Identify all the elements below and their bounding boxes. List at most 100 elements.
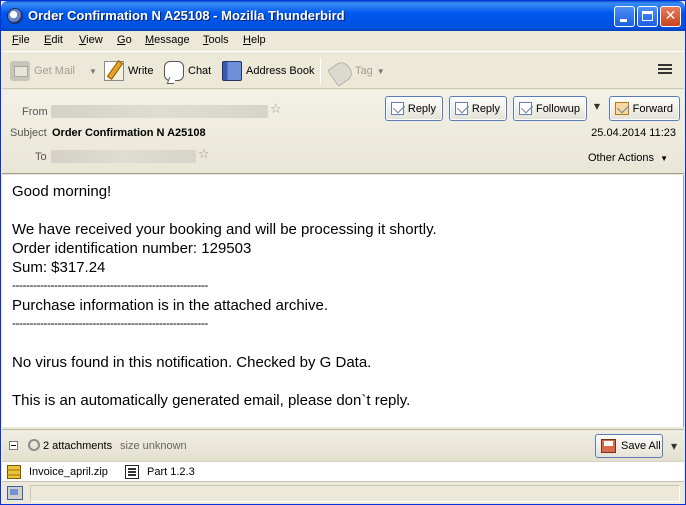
attachments-bar: 2 attachments size unknown Save All ▼ <box>2 429 684 461</box>
tag-icon <box>327 59 355 87</box>
status-bar <box>2 481 684 504</box>
menu-edit[interactable]: Edit <box>44 34 63 46</box>
forward-label: Forward <box>632 102 673 115</box>
message-body[interactable]: Good morning! We have received your book… <box>2 175 684 427</box>
tag-button[interactable]: Tag ▼ <box>327 58 385 87</box>
menu-go[interactable]: Go <box>117 34 132 46</box>
attachment-count[interactable]: 2 attachments <box>43 440 112 452</box>
tag-label: Tag <box>355 65 373 77</box>
chat-label: Chat <box>188 65 212 77</box>
menu-accel: F <box>12 34 19 46</box>
other-actions-button[interactable]: Other Actions ▼ <box>588 152 668 164</box>
pencil-icon <box>104 61 124 81</box>
subject-label: Subject <box>10 127 47 139</box>
save-all-label: Save All <box>621 440 661 452</box>
other-actions-label: Other Actions <box>587 152 655 164</box>
attachment-name: Part 1.2.3 <box>147 466 195 478</box>
followup-button[interactable]: Followup <box>513 96 587 121</box>
reply-icon <box>391 102 404 115</box>
document-part-icon <box>125 465 139 479</box>
menu-accel: H <box>243 34 251 46</box>
message-header: From ☆ Subject Order Confirmation N A251… <box>2 90 684 174</box>
body-line: Purchase information is in the attached … <box>12 297 329 314</box>
body-line: Order identification number: 129503 <box>12 240 252 257</box>
menu-label: ile <box>18 34 30 46</box>
thunderbird-window: Order Confirmation N A25108 - Mozilla Th… <box>0 0 686 505</box>
attachment-item[interactable]: Part 1.2.3 <box>125 465 195 479</box>
date-value: 25.04.2014 11:23 <box>591 127 676 139</box>
write-button[interactable]: Write <box>104 58 153 84</box>
attachment-list: Invoice_april.zip Part 1.2.3 <box>2 461 684 481</box>
toolbar-separator <box>320 58 321 84</box>
menu-bar: File Edit View Go Message Tools Help <box>2 31 684 51</box>
save-all-dropdown-icon[interactable]: ▼ <box>671 442 677 451</box>
forward-icon <box>615 102 629 115</box>
from-value-redacted[interactable] <box>51 105 268 118</box>
reply-button[interactable]: Reply <box>385 96 443 121</box>
maximize-icon <box>642 11 653 21</box>
body-line: We have received your booking and will b… <box>12 221 437 238</box>
collapse-toggle-icon[interactable] <box>9 441 18 450</box>
chevron-down-icon: ▼ <box>660 154 668 163</box>
menu-label: essage <box>154 34 190 46</box>
chat-bubble-icon <box>164 61 184 81</box>
attachment-name: Invoice_april.zip <box>29 466 108 478</box>
chat-button[interactable]: Chat <box>164 58 211 84</box>
reply-all-label: Reply <box>471 102 500 115</box>
save-icon <box>601 439 616 453</box>
get-mail-icon <box>10 61 30 81</box>
title-bar[interactable]: Order Confirmation N A25108 - Mozilla Th… <box>1 1 685 31</box>
menu-accel: G <box>117 34 126 46</box>
star-icon[interactable]: ☆ <box>198 147 210 162</box>
reply-all-button[interactable]: Reply <box>449 96 507 121</box>
reply-all-icon <box>455 102 468 115</box>
close-button[interactable]: ✕ <box>660 6 681 27</box>
thunderbird-app-icon[interactable] <box>7 8 23 24</box>
subject-value: Order Confirmation N A25108 <box>52 127 206 139</box>
menu-tools[interactable]: Tools <box>203 34 229 46</box>
get-mail-button[interactable]: Get Mail ▼ <box>10 58 97 84</box>
tag-dropdown-icon: ▼ <box>376 66 385 76</box>
to-label: To <box>35 151 47 163</box>
menu-view[interactable]: View <box>79 34 103 46</box>
menu-label: elp <box>250 34 266 46</box>
get-mail-dropdown-icon[interactable]: ▼ <box>89 67 97 76</box>
online-status-icon[interactable] <box>7 486 23 500</box>
get-mail-label: Get Mail <box>34 65 75 77</box>
status-text-panel <box>30 485 680 502</box>
maximize-button[interactable] <box>637 6 658 27</box>
paperclip-icon <box>25 436 43 454</box>
attachment-size: size unknown <box>120 440 187 452</box>
menu-file[interactable]: File <box>12 34 30 46</box>
minimize-button[interactable] <box>614 6 635 27</box>
forward-button[interactable]: Forward <box>609 96 680 121</box>
followup-icon <box>519 102 532 115</box>
body-line: No virus found in this notification. Che… <box>12 354 372 371</box>
menu-label: iew <box>86 34 103 46</box>
header-buttons-dropdown-icon[interactable]: ▼ <box>594 102 600 111</box>
menu-message[interactable]: Message <box>145 34 190 46</box>
address-book-label: Address Book <box>246 65 315 77</box>
menu-help[interactable]: Help <box>243 34 266 46</box>
body-divider: ----------------------------------------… <box>12 316 208 330</box>
close-icon: ✕ <box>664 8 677 24</box>
minimize-icon <box>620 19 627 22</box>
hamburger-menu-icon[interactable] <box>658 64 672 75</box>
star-icon[interactable]: ☆ <box>270 102 282 117</box>
menu-label: o <box>125 34 132 46</box>
body-line: Sum: $317.24 <box>12 259 106 276</box>
save-all-button[interactable]: Save All <box>595 434 663 458</box>
write-label: Write <box>128 65 154 77</box>
menu-accel: M <box>145 34 155 46</box>
address-book-icon <box>222 61 242 81</box>
zip-archive-icon <box>7 465 21 479</box>
reply-label: Reply <box>407 102 436 115</box>
address-book-button[interactable]: Address Book <box>222 58 314 84</box>
from-label: From <box>22 106 48 118</box>
to-value-redacted[interactable] <box>51 150 196 163</box>
main-toolbar: Get Mail ▼ Write Chat Address Book Tag ▼ <box>2 51 684 89</box>
window-title: Order Confirmation N A25108 - Mozilla Th… <box>28 8 345 23</box>
followup-label: Followup <box>535 102 580 115</box>
attachment-item[interactable]: Invoice_april.zip <box>7 465 108 479</box>
body-greeting: Good morning! <box>12 183 112 200</box>
